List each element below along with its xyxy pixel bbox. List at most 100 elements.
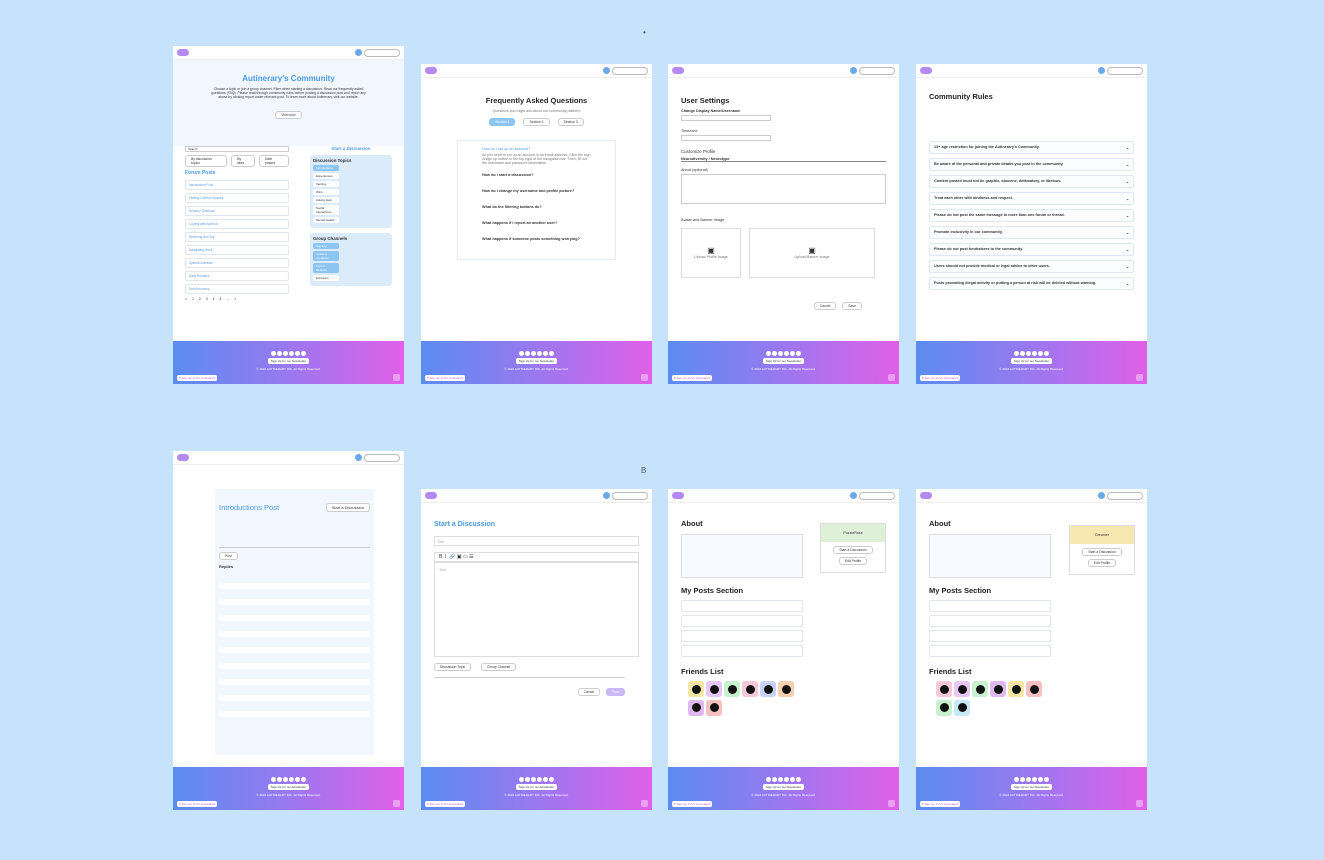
post-card[interactable]: Coping with Burnout — [185, 219, 289, 229]
crowdfund-button[interactable]: ♥ See our K-S's Campaign! — [920, 801, 961, 807]
upload-avatar[interactable]: ▣ Upload Profile Image — [681, 228, 741, 278]
cloud-logo-icon[interactable] — [425, 492, 437, 499]
channel-select[interactable]: Group Channel — [481, 663, 517, 671]
post-card[interactable] — [929, 615, 1051, 627]
topic-chip[interactable]: Wins — [313, 189, 339, 195]
friend-avatar[interactable] — [688, 681, 704, 697]
cloud-logo-icon[interactable] — [672, 67, 684, 74]
topic-chip[interactable]: Venting — [313, 181, 339, 187]
user-menu[interactable] — [1107, 66, 1143, 75]
friend-avatar[interactable] — [742, 681, 758, 697]
faq-question[interactable]: How do I change my username and profile … — [482, 189, 591, 193]
cloud-logo-icon[interactable] — [425, 67, 437, 74]
post-card[interactable]: Special Interests — [185, 258, 289, 268]
scroll-top-icon[interactable] — [888, 800, 895, 807]
post-card[interactable] — [929, 630, 1051, 642]
filter-topic[interactable]: By discussion topics — [185, 155, 228, 167]
group-chip[interactable]: Artists & Creatives — [313, 251, 339, 261]
about-textarea[interactable] — [681, 174, 886, 204]
globe-icon[interactable] — [355, 454, 362, 461]
pagination[interactable]: <1 2 3 4 5... > — [185, 297, 289, 301]
group-chip[interactable]: Explorers — [313, 275, 339, 281]
text-area[interactable]: Text — [434, 562, 639, 657]
friend-avatar[interactable] — [724, 681, 740, 697]
crowdfund-button[interactable]: ♥ See our K-S's Campaign! — [425, 375, 466, 381]
filter-likes[interactable]: By likes — [231, 155, 255, 167]
group-chip[interactable]: Gaming — [313, 243, 339, 249]
rule-item[interactable]: 13+ age restriction for joining the Auti… — [929, 141, 1134, 154]
cloud-logo-icon[interactable] — [920, 67, 932, 74]
friend-avatar[interactable] — [1008, 681, 1024, 697]
crowdfund-button[interactable]: ♥ See our K-S's Campaign! — [920, 375, 961, 381]
friend-avatar[interactable] — [936, 681, 952, 697]
friend-avatar[interactable] — [1026, 681, 1042, 697]
cloud-logo-icon[interactable] — [920, 492, 932, 499]
faq-tab[interactable]: Section 1 — [489, 118, 516, 126]
start-discussion-button[interactable]: Start a Discussion — [833, 546, 873, 554]
friend-avatar[interactable] — [760, 681, 776, 697]
scroll-top-icon[interactable] — [641, 800, 648, 807]
topic-chip[interactable]: Mental Health — [313, 217, 339, 223]
globe-icon[interactable] — [850, 67, 857, 74]
user-menu[interactable] — [612, 66, 648, 75]
filter-date[interactable]: Date posted — [258, 155, 289, 167]
title-input[interactable]: Title — [434, 536, 639, 546]
group-chip[interactable]: Parent Network — [313, 263, 339, 273]
scroll-top-icon[interactable] — [1136, 800, 1143, 807]
topic-chip[interactable]: Asking Help — [313, 197, 339, 203]
post-card[interactable] — [681, 615, 803, 627]
rule-item[interactable]: Please do not post fundraisers to the co… — [929, 243, 1134, 256]
friend-avatar[interactable] — [972, 681, 988, 697]
post-card[interactable]: Navigating Work — [185, 245, 289, 255]
post-button[interactable]: Post — [219, 552, 238, 560]
friend-avatar[interactable] — [778, 681, 794, 697]
scroll-top-icon[interactable] — [393, 800, 400, 807]
crowdfund-button[interactable]: ♥ See our K-S's Campaign! — [672, 801, 713, 807]
search-input[interactable]: Search — [185, 146, 289, 152]
post-card[interactable] — [681, 645, 803, 657]
user-menu[interactable] — [859, 491, 895, 500]
post-card[interactable]: Self-Advocacy — [185, 284, 289, 294]
newsletter-button[interactable]: Sign Up for our Newsletter — [515, 358, 558, 364]
scroll-top-icon[interactable] — [1136, 374, 1143, 381]
newsletter-button[interactable]: Sign Up for our Newsletter — [1010, 784, 1053, 790]
post-card[interactable]: Stimming and Joy — [185, 232, 289, 242]
scroll-top-icon[interactable] — [393, 374, 400, 381]
upload-banner[interactable]: ▣ Upload Banner Image — [749, 228, 875, 278]
rule-item[interactable]: Users should not provide medical or lega… — [929, 260, 1134, 273]
newsletter-button[interactable]: Sign Up for our Newsletter — [267, 784, 310, 790]
rule-item[interactable]: Promote inclusivity in our community. ⌄ — [929, 226, 1134, 239]
user-menu[interactable] — [612, 491, 648, 500]
newsletter-button[interactable]: Sign Up for our Newsletter — [762, 358, 805, 364]
post-card[interactable]: Sensory Overload — [185, 206, 289, 216]
crowdfund-button[interactable]: ♥ See our K-S's Campaign! — [177, 375, 218, 381]
globe-icon[interactable] — [850, 492, 857, 499]
globe-icon[interactable] — [1098, 67, 1105, 74]
username-input[interactable] — [681, 115, 771, 121]
start-discussion-button[interactable]: Start a Discussion — [325, 503, 370, 512]
save-button[interactable]: Save — [842, 302, 862, 310]
globe-icon[interactable] — [355, 49, 362, 56]
cloud-logo-icon[interactable] — [672, 492, 684, 499]
newsletter-button[interactable]: Sign Up for our Newsletter — [267, 358, 310, 364]
post-card[interactable]: Finding Comfort Spaces — [185, 193, 289, 203]
crowdfund-button[interactable]: ♥ See our K-S's Campaign! — [672, 375, 713, 381]
faq-question[interactable]: What happens if someone posts something … — [482, 237, 591, 241]
faq-question[interactable]: What happens if I report an another user… — [482, 221, 591, 225]
friend-avatar[interactable] — [688, 699, 704, 716]
cloud-logo-icon[interactable] — [177, 49, 189, 56]
topic-chip[interactable]: Experiences — [313, 173, 339, 179]
timezone-select[interactable] — [681, 135, 771, 141]
faq-tab[interactable]: Section 3 — [557, 118, 584, 126]
topic-chip[interactable]: Introductions — [313, 165, 339, 171]
post-card[interactable] — [929, 645, 1051, 657]
friend-avatar[interactable] — [936, 699, 952, 716]
topic-select[interactable]: Discussion Topic — [434, 663, 472, 671]
edit-profile-button[interactable]: Edit Profile — [838, 557, 868, 565]
scroll-top-icon[interactable] — [641, 374, 648, 381]
friend-avatar[interactable] — [954, 681, 970, 697]
user-menu[interactable] — [364, 48, 400, 57]
friend-avatar[interactable] — [706, 699, 722, 716]
faq-tab[interactable]: Section 2 — [523, 118, 550, 126]
friend-avatar[interactable] — [954, 699, 970, 716]
